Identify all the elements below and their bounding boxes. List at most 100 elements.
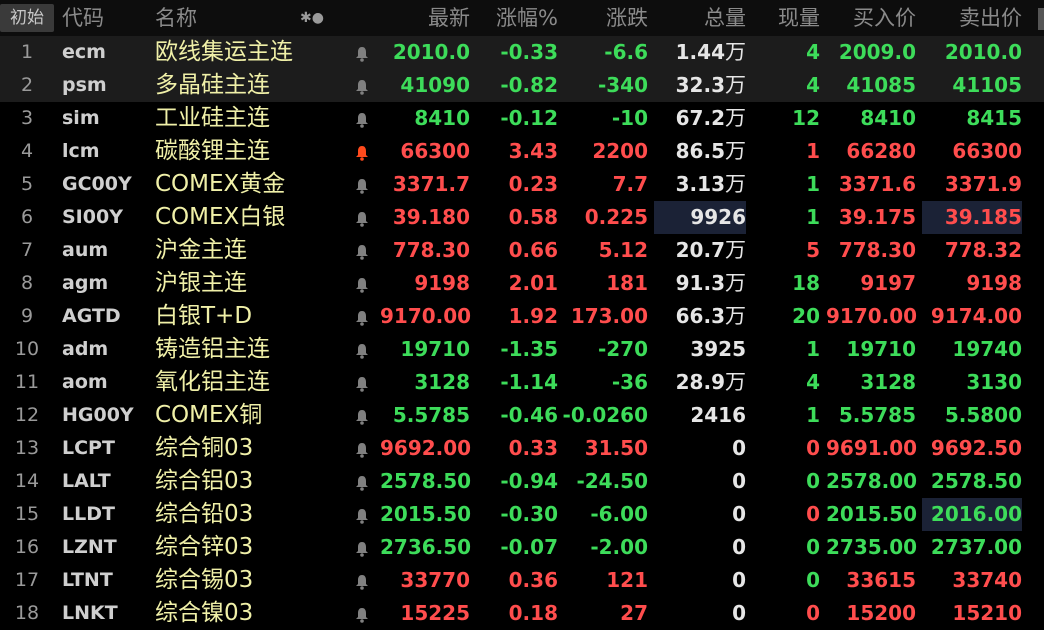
bid-price: 9170.00 [826, 304, 918, 328]
change-amount: -24.50 [576, 469, 648, 493]
last-price: 9692.00 [380, 436, 472, 460]
table-row[interactable]: 6 SI00Y COMEX白银 39.180 0.58 0.225 9926 1 39.175 3… [0, 201, 1044, 234]
header-code[interactable]: 代码 [62, 0, 104, 36]
header-pct[interactable]: 涨幅% [470, 0, 558, 36]
table-row[interactable]: 13 LCPT 综合铜03 9692.00 0.33 31.50 0 0 9691.00 9692… [0, 432, 1044, 465]
table-row[interactable]: 12 HG00Y COMEX铜 5.5785 -0.46 -0.0260 2416 1 5.57… [0, 399, 1044, 432]
bell-icon[interactable] [352, 597, 372, 630]
total-volume-value: 67.2 [675, 106, 725, 130]
bell-icon[interactable] [352, 36, 372, 69]
contract-code: sim [62, 107, 100, 129]
bid-price: 19710 [846, 337, 916, 361]
table-row[interactable]: 9 AGTD 白银T+D 9170.00 1.92 173.00 66.3万 20 9170.0… [0, 300, 1044, 333]
bell-icon[interactable] [352, 366, 372, 399]
current-volume: 1 [806, 403, 820, 427]
current-volume: 0 [806, 502, 820, 526]
bell-icon[interactable] [352, 102, 372, 135]
contract-code: LNKT [62, 602, 118, 624]
bell-icon[interactable] [352, 432, 372, 465]
contract-code: HG00Y [62, 404, 134, 426]
reset-button[interactable]: 初始 [0, 4, 54, 32]
contract-name: 铸造铝主连 [155, 336, 270, 362]
header-last[interactable]: 最新 [380, 0, 470, 36]
total-volume: 0 [654, 432, 746, 465]
row-index: 4 [20, 140, 34, 162]
bid-price: 2735.00 [826, 535, 918, 559]
bell-icon[interactable] [352, 234, 372, 267]
total-volume-value: 86.5 [675, 139, 725, 163]
row-index: 11 [14, 371, 40, 393]
bid-price: 2015.50 [826, 502, 918, 526]
table-row[interactable]: 16 LZNT 综合锌03 2736.50 -0.07 -2.00 0 0 2735.00 273… [0, 531, 1044, 564]
contract-code: LZNT [62, 536, 117, 558]
bell-icon[interactable] [352, 267, 372, 300]
header-cur[interactable]: 现量 [770, 0, 820, 36]
bell-icon[interactable] [352, 333, 372, 366]
row-index: 16 [14, 536, 40, 558]
table-row[interactable]: 15 LLDT 综合铅03 2015.50 -0.30 -6.00 0 0 2015.50 201… [0, 498, 1044, 531]
table-row[interactable]: 3 sim 工业硅主连 8410 -0.12 -10 67.2万 12 8410 8415 [0, 102, 1044, 135]
total-volume-value: 9926 [690, 205, 746, 229]
row-index: 7 [20, 239, 34, 261]
table-row[interactable]: 1 ecm 欧线集运主连 2010.0 -0.33 -6.6 1.44万 4 2009.0 201… [0, 36, 1044, 69]
bell-icon[interactable] [352, 201, 372, 234]
table-row[interactable]: 11 aom 氧化铝主连 3128 -1.14 -36 28.9万 4 3128 3130 [0, 366, 1044, 399]
contract-name: 沪银主连 [155, 270, 247, 296]
table-row[interactable]: 4 lcm 碳酸锂主连 66300 3.43 2200 86.5万 1 66280 66300 [0, 135, 1044, 168]
contract-code: AGTD [62, 305, 121, 327]
bell-icon[interactable] [352, 564, 372, 597]
bell-icon[interactable] [352, 69, 372, 102]
contract-name: COMEX白银 [155, 204, 286, 230]
bell-icon[interactable] [352, 531, 372, 564]
total-volume-unit: 万 [725, 271, 746, 295]
table-row[interactable]: 14 LALT 综合铝03 2578.50 -0.94 -24.50 0 0 2578.00 25… [0, 465, 1044, 498]
bell-icon[interactable] [352, 168, 372, 201]
change-amount: 31.50 [584, 436, 648, 460]
scrollbar-thumb[interactable] [1038, 8, 1044, 30]
change-amount: 27 [620, 601, 648, 625]
header-vol[interactable]: 总量 [654, 0, 746, 36]
contract-code: LCPT [62, 437, 115, 459]
change-amount: 121 [606, 568, 648, 592]
table-row[interactable]: 5 GC00Y COMEX黄金 3371.7 0.23 7.7 3.13万 1 3371.6 33… [0, 168, 1044, 201]
header-bid[interactable]: 买入价 [826, 0, 916, 36]
row-index: 8 [20, 272, 34, 294]
last-price: 9198 [414, 271, 470, 295]
contract-name: 综合铝03 [155, 468, 254, 494]
bid-price: 15200 [846, 601, 916, 625]
bell-icon[interactable] [352, 300, 372, 333]
contract-code: LTNT [62, 569, 113, 591]
bid-price: 41085 [846, 73, 916, 97]
change-amount: 173.00 [570, 304, 648, 328]
table-row[interactable]: 2 psm 多晶硅主连 41090 -0.82 -340 32.3万 4 41085 41105 [0, 69, 1044, 102]
header-chg[interactable]: 涨跌 [560, 0, 648, 36]
table-row[interactable]: 7 aum 沪金主连 778.30 0.66 5.12 20.7万 5 778.30 778.32 [0, 234, 1044, 267]
current-volume: 4 [806, 40, 820, 64]
bell-icon[interactable] [352, 135, 372, 168]
bell-icon[interactable] [352, 498, 372, 531]
row-index: 14 [14, 470, 40, 492]
bid-price: 39.175 [838, 205, 916, 229]
table-row[interactable]: 17 LTNT 综合锡03 33770 0.36 121 0 0 33615 33740 [0, 564, 1044, 597]
change-percent: 0.36 [508, 568, 558, 592]
row-index: 15 [14, 503, 40, 525]
bell-icon[interactable] [352, 399, 372, 432]
header-settings-icons[interactable]: ✱● [300, 0, 324, 36]
contract-code: LLDT [62, 503, 115, 525]
header-ask[interactable]: 卖出价 [922, 0, 1022, 36]
table-row[interactable]: 8 agm 沪银主连 9198 2.01 181 91.3万 18 9197 9198 [0, 267, 1044, 300]
total-volume: 91.3万 [654, 267, 746, 300]
contract-code: agm [62, 272, 109, 294]
contract-code: aum [62, 239, 109, 261]
table-row[interactable]: 18 LNKT 综合镍03 15225 0.18 27 0 0 15200 15210 [0, 597, 1044, 630]
total-volume-unit: 万 [725, 106, 746, 130]
header-name[interactable]: 名称 [155, 0, 197, 36]
contract-name: 综合镍03 [155, 600, 254, 626]
table-row[interactable]: 10 adm 铸造铝主连 19710 -1.35 -270 3925 1 19710 19740 [0, 333, 1044, 366]
last-price: 33770 [400, 568, 470, 592]
total-volume: 67.2万 [654, 102, 746, 135]
last-price: 5.5785 [392, 403, 470, 427]
bell-icon[interactable] [352, 465, 372, 498]
ask-price: 2010.0 [944, 40, 1022, 64]
row-index: 13 [14, 437, 40, 459]
